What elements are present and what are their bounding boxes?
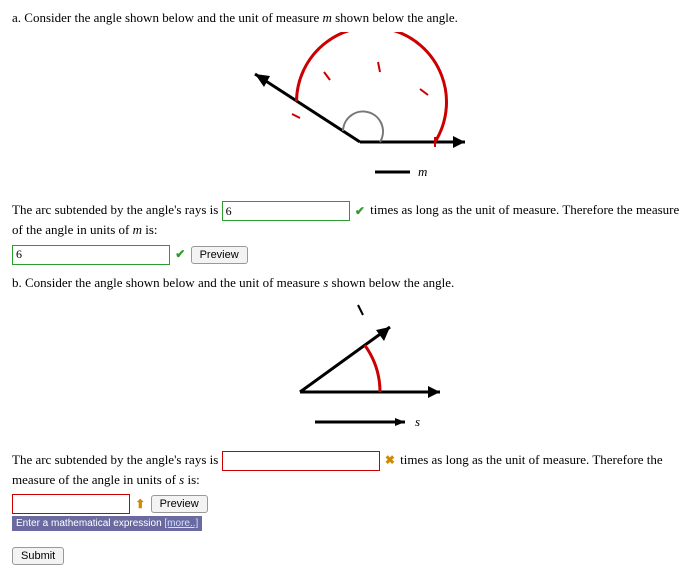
angle-b-svg: s <box>240 297 460 437</box>
pb-s1-end: is: <box>184 472 200 487</box>
pa-prompt-unit: m <box>322 10 331 25</box>
warn-icon: ✖ <box>385 453 395 467</box>
pa-s1-unit: m <box>133 222 142 237</box>
hint-more-link[interactable]: [more..] <box>164 518 198 529</box>
hint-box: Enter a mathematical expression [more..] <box>12 516 202 531</box>
check-icon: ✔ <box>355 204 365 218</box>
pb-s1-before: The arc subtended by the angle's rays is <box>12 452 222 467</box>
pa-s1-end: is: <box>142 222 158 237</box>
pb-input-2[interactable] <box>12 494 130 514</box>
warn-icon: ⬆ <box>135 497 145 511</box>
hint-text: Enter a mathematical expression <box>16 518 164 529</box>
pa-input-2[interactable] <box>12 245 170 265</box>
part-b-sentence: The arc subtended by the angle's rays is… <box>12 451 688 489</box>
fig-b-unit-label: s <box>415 414 420 429</box>
part-b-prompt: b. Consider the angle shown below and th… <box>12 275 688 291</box>
part-b-figure: s <box>12 297 688 441</box>
pa-input-1[interactable] <box>222 201 350 221</box>
pa-prompt-after: shown below the angle. <box>332 10 458 25</box>
part-a-prompt: a. Consider the angle shown below and th… <box>12 10 688 26</box>
part-a-sentence: The arc subtended by the angle's rays is… <box>12 201 688 239</box>
pb-prompt-before: b. Consider the angle shown below and th… <box>12 275 323 290</box>
pb-input-1[interactable] <box>222 451 380 471</box>
part-a-answer-row: ✔ Preview <box>12 245 688 265</box>
angle-a-svg: m <box>220 32 480 187</box>
fig-a-unit-label: m <box>418 164 427 179</box>
part-a-figure: m <box>12 32 688 191</box>
submit-button[interactable]: Submit <box>12 547 64 565</box>
pa-s1-before: The arc subtended by the angle's rays is <box>12 202 222 217</box>
preview-button[interactable]: Preview <box>191 246 248 264</box>
pa-prompt-before: a. Consider the angle shown below and th… <box>12 10 322 25</box>
pb-prompt-after: shown below the angle. <box>328 275 454 290</box>
check-icon: ✔ <box>175 247 185 261</box>
part-b-answer-row: ⬆ Preview Enter a mathematical expressio… <box>12 494 688 531</box>
preview-button[interactable]: Preview <box>151 495 208 513</box>
